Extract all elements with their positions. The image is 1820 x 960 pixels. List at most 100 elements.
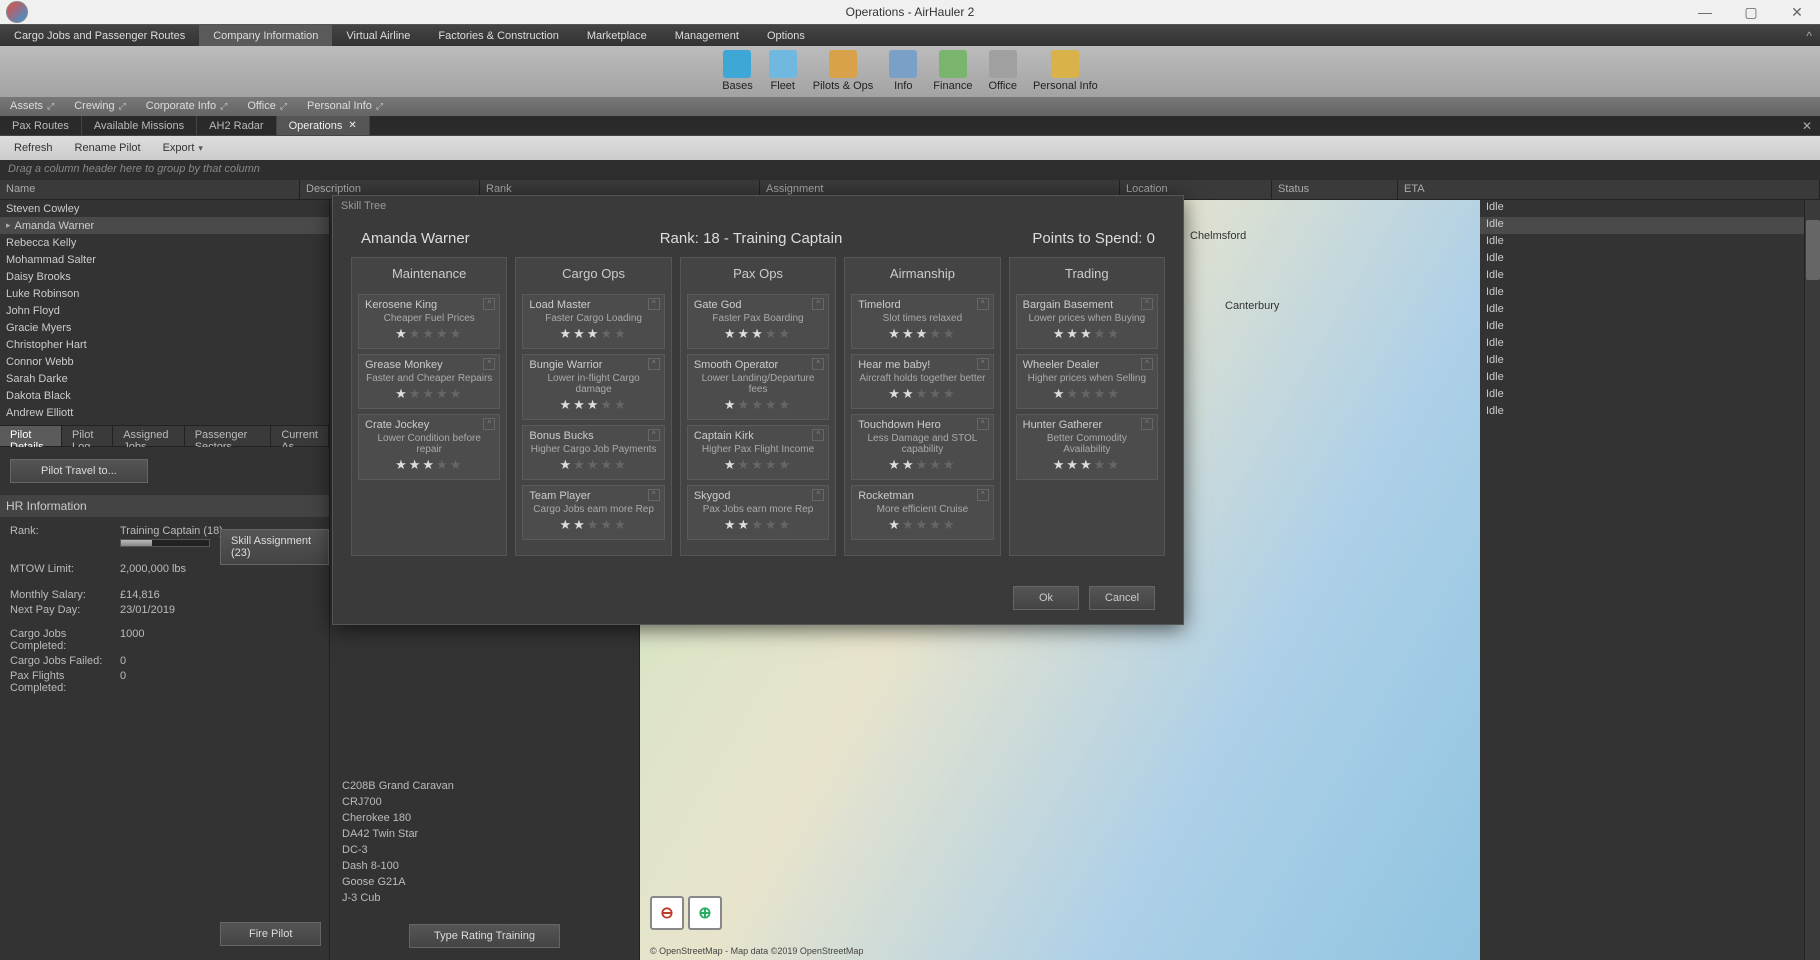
document-tab[interactable]: Available Missions [82, 116, 197, 135]
skill-expand-icon[interactable]: ^ [1141, 358, 1153, 370]
tabs-close-icon[interactable]: ✕ [1794, 116, 1820, 135]
skill-card[interactable]: ^Touchdown HeroLess Damage and STOL capa… [851, 414, 993, 480]
pilot-list[interactable]: Steven CowleyAmanda WarnerRebecca KellyM… [0, 200, 329, 421]
skill-expand-icon[interactable]: ^ [812, 358, 824, 370]
skill-card[interactable]: ^Smooth OperatorLower Landing/Departure … [687, 354, 829, 420]
pilot-row[interactable]: Mohammad Salter [0, 251, 329, 268]
status-row[interactable]: Idle [1480, 268, 1820, 285]
type-rating-row[interactable]: CRJ700 [340, 794, 629, 810]
ribbon-group-label[interactable]: Crewing ⤢ [64, 99, 136, 113]
pilot-row[interactable]: Rebecca Kelly [0, 234, 329, 251]
skill-expand-icon[interactable]: ^ [977, 358, 989, 370]
menu-item[interactable]: Marketplace [573, 25, 661, 46]
menu-item[interactable]: Management [661, 25, 753, 46]
skill-card[interactable]: ^RocketmanMore efficient Cruise★★★★★ [851, 485, 993, 540]
skill-card[interactable]: ^Captain KirkHigher Pax Flight Income★★★… [687, 425, 829, 480]
status-row[interactable]: Idle [1480, 404, 1820, 421]
status-row[interactable]: Idle [1480, 285, 1820, 302]
ribbon-group-label[interactable]: Corporate Info ⤢ [136, 99, 238, 113]
status-row[interactable]: Idle [1480, 302, 1820, 319]
skill-card[interactable]: ^Bargain BasementLower prices when Buyin… [1016, 294, 1158, 349]
vertical-scrollbar[interactable] [1804, 200, 1820, 960]
ribbon-button[interactable]: Office [980, 46, 1025, 97]
status-row[interactable]: Idle [1480, 217, 1820, 234]
skill-card[interactable]: ^Hunter GathererBetter Commodity Availab… [1016, 414, 1158, 480]
minimize-button[interactable]: — [1682, 0, 1728, 24]
skill-assignment-button[interactable]: Skill Assignment (23) [220, 529, 329, 565]
menu-item[interactable]: Options [753, 25, 819, 46]
skill-card[interactable]: ^Kerosene KingCheaper Fuel Prices★★★★★ [358, 294, 500, 349]
pilot-row[interactable]: Connor Webb [0, 353, 329, 370]
skill-card[interactable]: ^Team PlayerCargo Jobs earn more Rep★★★★… [522, 485, 664, 540]
pilot-row[interactable]: Dakota Black [0, 387, 329, 404]
pilot-row[interactable]: Luke Robinson [0, 285, 329, 302]
detail-tab[interactable]: Passenger Sectors [185, 426, 272, 446]
pilot-row[interactable]: John Floyd [0, 302, 329, 319]
skill-expand-icon[interactable]: ^ [1141, 298, 1153, 310]
type-rating-row[interactable]: DC-3 [340, 842, 629, 858]
skill-card[interactable]: ^Load MasterFaster Cargo Loading★★★★★ [522, 294, 664, 349]
skill-card[interactable]: ^Hear me baby!Aircraft holds together be… [851, 354, 993, 409]
type-rating-training-button[interactable]: Type Rating Training [409, 924, 560, 948]
skill-card[interactable]: ^Bungie WarriorLower in-flight Cargo dam… [522, 354, 664, 420]
skill-card[interactable]: ^Wheeler DealerHigher prices when Sellin… [1016, 354, 1158, 409]
skill-expand-icon[interactable]: ^ [648, 489, 660, 501]
ribbon-button[interactable]: Finance [925, 46, 980, 97]
rename-pilot-button[interactable]: Rename Pilot [65, 140, 151, 156]
skill-expand-icon[interactable]: ^ [648, 298, 660, 310]
ok-button[interactable]: Ok [1013, 586, 1079, 610]
skill-card[interactable]: ^Bonus BucksHigher Cargo Job Payments★★★… [522, 425, 664, 480]
type-rating-row[interactable]: C208B Grand Caravan [340, 778, 629, 794]
skill-expand-icon[interactable]: ^ [648, 358, 660, 370]
type-rating-row[interactable]: J-3 Cub [340, 890, 629, 906]
refresh-button[interactable]: Refresh [4, 140, 63, 156]
tab-close-icon[interactable]: ✕ [348, 120, 356, 131]
skill-card[interactable]: ^Gate GodFaster Pax Boarding★★★★★ [687, 294, 829, 349]
status-row[interactable]: Idle [1480, 387, 1820, 404]
status-row[interactable]: Idle [1480, 234, 1820, 251]
ribbon-expand-icon[interactable]: ^ [1798, 25, 1820, 46]
status-row[interactable]: Idle [1480, 251, 1820, 268]
skill-expand-icon[interactable]: ^ [977, 298, 989, 310]
skill-card[interactable]: ^TimelordSlot times relaxed★★★★★ [851, 294, 993, 349]
col-status[interactable]: Status [1272, 180, 1398, 199]
fire-pilot-button[interactable]: Fire Pilot [220, 922, 321, 946]
col-eta[interactable]: ETA [1398, 180, 1820, 199]
zoom-in-button[interactable]: ⊕ [688, 896, 722, 930]
detail-tab[interactable]: Pilot Details [0, 426, 62, 446]
status-row[interactable]: Idle [1480, 319, 1820, 336]
zoom-out-button[interactable]: ⊖ [650, 896, 684, 930]
menu-item[interactable]: Factories & Construction [424, 25, 572, 46]
status-row[interactable]: Idle [1480, 370, 1820, 387]
skill-expand-icon[interactable]: ^ [483, 298, 495, 310]
pilot-row[interactable]: Steven Cowley [0, 200, 329, 217]
ribbon-group-label[interactable]: Personal Info ⤢ [297, 99, 393, 113]
status-row[interactable]: Idle [1480, 200, 1820, 217]
detail-tab[interactable]: Pilot Log [62, 426, 113, 446]
ribbon-button[interactable]: Personal Info [1025, 46, 1106, 97]
pilot-row[interactable]: Gracie Myers [0, 319, 329, 336]
pilot-row[interactable]: Christopher Hart [0, 336, 329, 353]
skill-expand-icon[interactable]: ^ [648, 429, 660, 441]
pilot-row[interactable]: Sarah Darke [0, 370, 329, 387]
skill-card[interactable]: ^Crate JockeyLower Condition before repa… [358, 414, 500, 480]
group-by-hint[interactable]: Drag a column header here to group by th… [0, 160, 1820, 180]
detail-tab[interactable]: Current As [271, 426, 329, 446]
skill-expand-icon[interactable]: ^ [977, 418, 989, 430]
menu-item[interactable]: Cargo Jobs and Passenger Routes [0, 25, 199, 46]
cancel-button[interactable]: Cancel [1089, 586, 1155, 610]
skill-expand-icon[interactable]: ^ [1141, 418, 1153, 430]
ribbon-button[interactable]: Pilots & Ops [805, 46, 882, 97]
skill-expand-icon[interactable]: ^ [483, 418, 495, 430]
skill-expand-icon[interactable]: ^ [812, 429, 824, 441]
maximize-button[interactable]: ▢ [1728, 0, 1774, 24]
skill-expand-icon[interactable]: ^ [812, 489, 824, 501]
type-rating-row[interactable]: DA42 Twin Star [340, 826, 629, 842]
ribbon-button[interactable]: Fleet [761, 46, 805, 97]
type-rating-row[interactable]: Cherokee 180 [340, 810, 629, 826]
ribbon-button[interactable]: Info [881, 46, 925, 97]
ribbon-group-label[interactable]: Assets ⤢ [0, 99, 64, 113]
close-button[interactable]: ✕ [1774, 0, 1820, 24]
skill-card[interactable]: ^SkygodPax Jobs earn more Rep★★★★★ [687, 485, 829, 540]
status-row[interactable]: Idle [1480, 353, 1820, 370]
